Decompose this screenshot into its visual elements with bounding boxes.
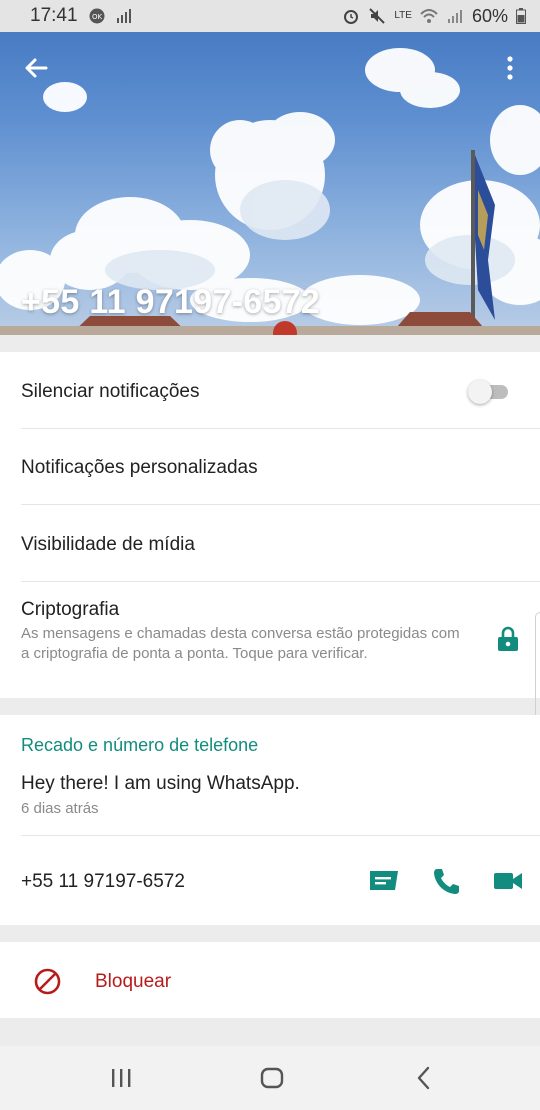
battery-level: 60%: [471, 5, 508, 26]
toggle-thumb: [468, 380, 492, 404]
back-nav-icon[interactable]: [408, 1062, 440, 1094]
block-contact-row[interactable]: [0, 942, 540, 1018]
battery-icon: [516, 8, 526, 24]
more-options-icon[interactable]: [498, 52, 522, 84]
alarm-icon: [344, 10, 359, 24]
mute-icon: [369, 8, 386, 24]
block-icon: [34, 968, 61, 995]
system-navigation-bar: [0, 1046, 540, 1110]
mute-toggle-switch[interactable]: [468, 380, 510, 404]
lock-icon: [498, 626, 518, 651]
about-row[interactable]: [0, 760, 540, 834]
profile-photo-header[interactable]: 17:41 OK LTE 60% +55 11 97197-6572: [0, 0, 540, 335]
about-section-title: Recado e número de telefone: [21, 735, 259, 755]
media-visibility-label: Visibilidade de mídia: [21, 534, 195, 555]
status-time: 17:41: [30, 5, 78, 26]
video-call-icon[interactable]: [492, 866, 524, 896]
recent-apps-icon[interactable]: [105, 1062, 137, 1094]
encryption-title: Criptografia: [21, 599, 120, 620]
message-icon[interactable]: [368, 866, 400, 896]
status-bar: 17:41 OK LTE 60%: [0, 0, 540, 32]
encryption-description: As mensagens e chamadas desta conversa e…: [21, 625, 460, 662]
contact-info-screen: 17:41 OK LTE 60% +55 11 97197-6572 Silen…: [0, 0, 540, 1110]
phone-number: +55 11 97197-6572: [21, 871, 185, 892]
mute-notifications-row[interactable]: Silenciar notificações: [0, 352, 540, 428]
about-status-time: 6 dias atrás: [21, 800, 99, 817]
mute-notifications-label: Silenciar notificações: [21, 381, 200, 402]
contact-name-title: +55 11 97197-6572: [21, 283, 321, 321]
notification-badge-icon: OK: [89, 8, 105, 24]
media-visibility-row[interactable]: Visibilidade de mídia: [0, 505, 540, 581]
cell-signal-icon: [447, 10, 462, 23]
voice-call-icon[interactable]: [430, 866, 462, 896]
custom-notifications-row[interactable]: Notificações personalizadas: [0, 429, 540, 505]
home-icon[interactable]: [256, 1062, 288, 1094]
block-label: Bloquear: [95, 971, 172, 992]
custom-notifications-label: Notificações personalizadas: [21, 457, 258, 478]
back-arrow-icon[interactable]: [18, 52, 54, 84]
network-type-label: LTE: [394, 10, 412, 21]
svg-text:OK: OK: [91, 13, 102, 21]
signal-strength-icon: [116, 9, 131, 23]
about-status-text: Hey there! I am using WhatsApp.: [21, 773, 300, 794]
wifi-icon: [420, 9, 438, 23]
